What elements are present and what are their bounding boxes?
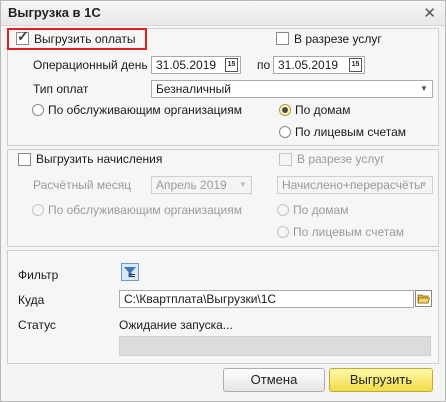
pay-type-label: Тип оплат <box>33 82 89 96</box>
month-select: Апрель 2019 ▼ <box>151 176 252 194</box>
calendar-icon[interactable]: 15 <box>349 58 362 72</box>
payments-by-services-checkbox[interactable] <box>276 32 289 45</box>
filter-icon-graphic <box>124 267 136 278</box>
calc-type-select: Начислено+перерасчёты ▼ <box>277 176 433 194</box>
destination-path: C:\Квартплата\Выгрузки\1С <box>124 292 277 306</box>
calc-type-value: Начислено+перерасчёты <box>282 178 423 192</box>
folder-icon[interactable] <box>415 290 432 307</box>
op-day-label: Операционный день <box>33 58 148 72</box>
radio-dot <box>282 107 288 113</box>
window-title: Выгрузка в 1С <box>8 5 101 20</box>
payments-by-services-label[interactable]: В разрезе услуг <box>294 32 382 46</box>
export-payments-checkbox[interactable]: ✓ <box>16 28 29 45</box>
destination-label: Куда <box>18 293 45 307</box>
title-bar[interactable]: Выгрузка в 1С ✕ <box>1 1 445 26</box>
accruals-radio-by-accounts <box>277 226 289 238</box>
date-from-value: 31.05.2019 <box>156 58 217 72</box>
radio-by-accounts[interactable] <box>279 126 291 138</box>
export-accruals-checkbox[interactable] <box>18 153 31 166</box>
radio-by-orgs[interactable] <box>32 104 44 116</box>
filter-label: Фильтр <box>18 268 59 282</box>
checkmark-icon: ✓ <box>17 28 29 44</box>
radio-by-houses-label[interactable]: По домам <box>295 103 350 117</box>
export-button[interactable]: Выгрузить <box>329 368 433 392</box>
radio-by-accounts-label[interactable]: По лицевым счетам <box>295 125 406 139</box>
accruals-by-services-label: В разрезе услуг <box>297 152 385 166</box>
accruals-radio-by-accounts-label: По лицевым счетам <box>293 225 405 239</box>
export-accruals-label[interactable]: Выгрузить начисления <box>36 152 162 166</box>
date-to-value: 31.05.2019 <box>278 58 339 72</box>
accruals-by-services-checkbox <box>279 153 292 166</box>
filter-icon[interactable] <box>121 263 139 281</box>
pay-type-value: Безналичный <box>156 82 231 96</box>
export-1c-dialog: Выгрузка в 1С ✕ ✓ Выгрузить оплаты В раз… <box>0 0 446 402</box>
accruals-radio-by-orgs <box>32 204 44 216</box>
radio-by-houses[interactable] <box>279 104 291 116</box>
folder-icon-graphic <box>417 294 431 304</box>
status-label: Статус <box>18 318 56 332</box>
chevron-down-icon: ▼ <box>239 180 247 189</box>
cancel-button[interactable]: Отмена <box>223 368 325 392</box>
date-to-label: по <box>257 58 271 72</box>
calendar-icon[interactable]: 15 <box>225 58 238 72</box>
chevron-down-icon[interactable]: ▼ <box>416 81 432 97</box>
accruals-radio-by-houses-label: По домам <box>293 203 349 217</box>
export-payments-label[interactable]: Выгрузить оплаты <box>34 32 136 46</box>
status-text: Ожидание запуска... <box>119 318 233 332</box>
destination-field[interactable]: C:\Квартплата\Выгрузки\1С <box>119 290 414 308</box>
pay-type-select[interactable]: Безналичный ▼ <box>151 80 433 98</box>
radio-by-orgs-label[interactable]: По обслуживающим организациям <box>48 103 242 117</box>
progress-bar <box>119 336 431 356</box>
month-value: Апрель 2019 <box>156 178 227 192</box>
close-icon[interactable]: ✕ <box>423 4 436 22</box>
chevron-down-icon: ▼ <box>420 180 428 189</box>
accruals-radio-by-houses <box>277 204 289 216</box>
accruals-radio-by-orgs-label: По обслуживающим организациям <box>48 203 242 217</box>
month-label: Расчётный месяц <box>33 178 132 192</box>
